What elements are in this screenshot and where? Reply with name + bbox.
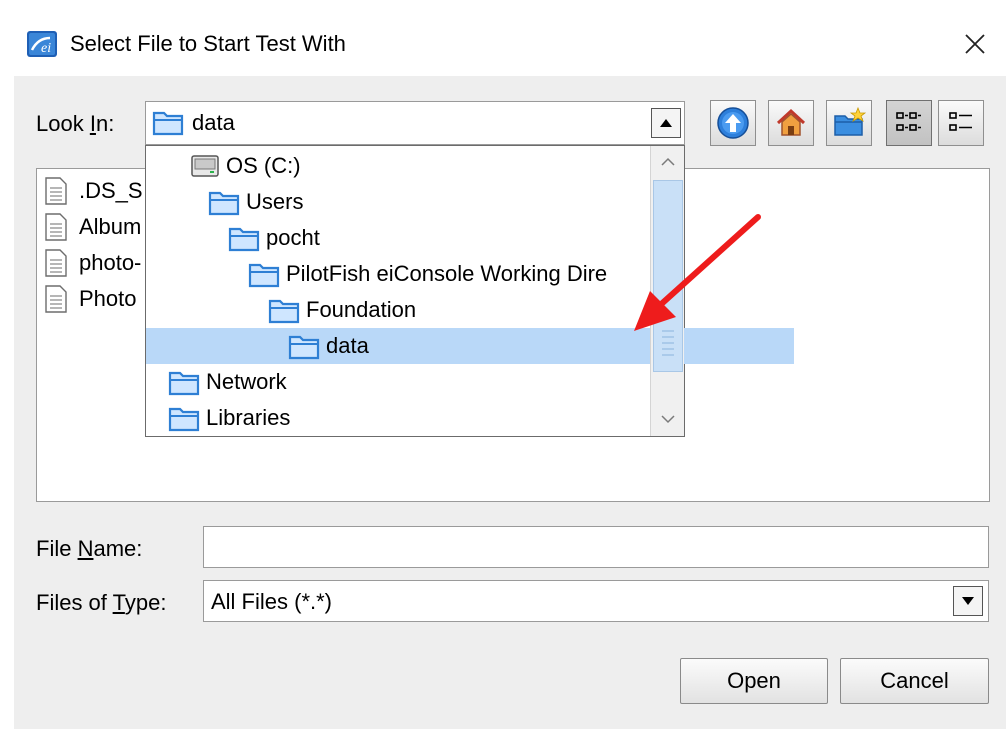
chevron-down-icon	[661, 415, 675, 424]
dropdown-item-libraries[interactable]: Libraries	[146, 400, 674, 436]
look-in-dropdown-button[interactable]	[651, 108, 681, 138]
files-of-type-value: All Files (*.*)	[211, 589, 333, 614]
list-item[interactable]: Album	[43, 209, 141, 245]
window-title: Select File to Start Test With	[70, 31, 346, 56]
file-name-input[interactable]	[203, 526, 989, 568]
folder-icon	[152, 111, 184, 136]
document-icon	[45, 177, 67, 205]
open-button[interactable]: Open	[680, 658, 828, 704]
list-view-icon	[896, 112, 921, 131]
look-in-label: Look In:	[36, 111, 115, 136]
triangle-up-icon	[660, 119, 672, 127]
files-of-type-combobox[interactable]: All Files (*.*)	[203, 580, 989, 622]
scroll-up-button[interactable]	[652, 147, 684, 177]
look-in-dropdown-list[interactable]: OS (C:) Users pocht PilotFish eiConsole …	[145, 145, 794, 437]
list-item[interactable]: .DS_S	[43, 173, 143, 209]
red-arrow-annotation-icon	[634, 214, 761, 331]
document-icon	[45, 285, 67, 313]
chevron-up-icon	[661, 157, 675, 166]
folder-icon	[268, 299, 300, 324]
list-item[interactable]: photo-	[43, 245, 141, 281]
folder-icon	[228, 227, 260, 252]
up-one-level-button[interactable]	[710, 100, 756, 146]
folder-icon	[168, 407, 200, 432]
folder-icon	[288, 335, 320, 360]
file-name-label: File Name:	[36, 536, 143, 561]
document-icon	[45, 249, 67, 277]
close-button[interactable]	[952, 24, 998, 64]
drive-icon	[191, 155, 219, 177]
details-view-button[interactable]	[938, 100, 984, 146]
list-view-button[interactable]	[886, 100, 932, 146]
look-in-value: data	[192, 110, 235, 135]
folder-icon	[168, 371, 200, 396]
new-folder-button[interactable]	[826, 100, 872, 146]
cancel-button[interactable]: Cancel	[840, 658, 989, 704]
dropdown-item-network[interactable]: Network	[146, 364, 674, 400]
close-icon	[965, 34, 985, 54]
document-icon	[45, 213, 67, 241]
new-folder-icon	[834, 106, 866, 136]
folder-icon	[208, 191, 240, 216]
files-of-type-dropdown-button[interactable]	[953, 586, 983, 616]
scroll-down-button[interactable]	[652, 404, 684, 434]
list-item[interactable]: Photo	[43, 281, 137, 317]
look-in-combobox[interactable]: data	[145, 101, 685, 145]
up-arrow-icon	[717, 107, 749, 139]
dropdown-item-os-c[interactable]: OS (C:)	[146, 148, 696, 184]
home-button[interactable]	[768, 100, 814, 146]
triangle-down-icon	[962, 597, 974, 605]
app-logo-icon: ei	[26, 30, 58, 58]
home-icon	[776, 108, 806, 136]
files-of-type-label: Files of Type:	[36, 590, 167, 615]
folder-icon	[248, 263, 280, 288]
details-view-icon	[949, 112, 972, 131]
svg-text:ei: ei	[41, 41, 51, 56]
